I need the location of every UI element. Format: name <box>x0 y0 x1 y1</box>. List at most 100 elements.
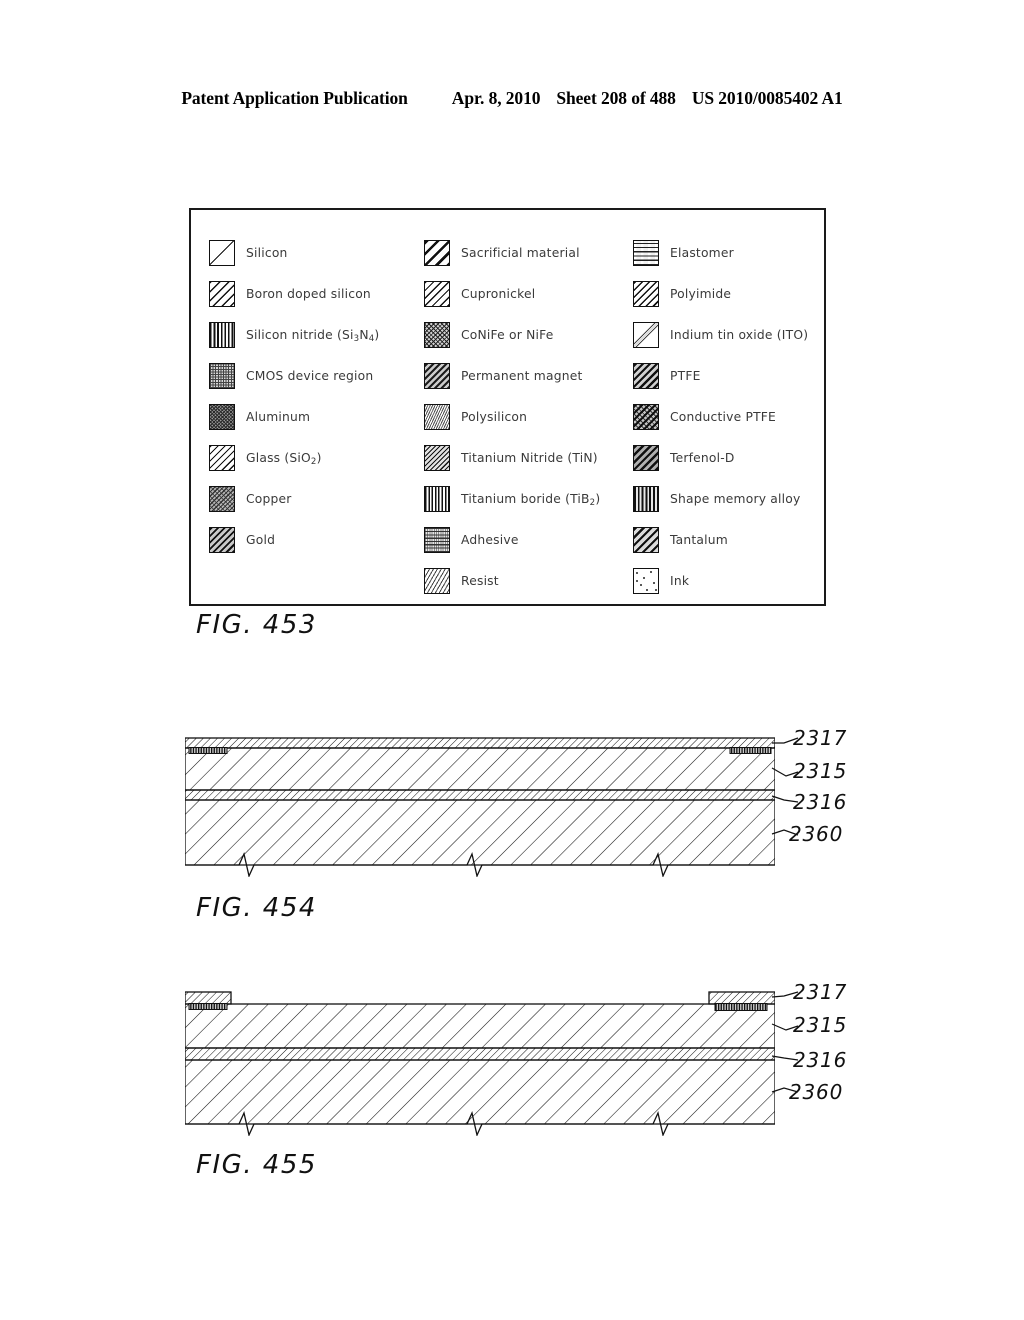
patent-page: Patent Application Publication Apr. 8, 2… <box>0 0 1024 1320</box>
legend-item: Boron doped silicon <box>209 273 441 314</box>
legend-item: Cupronickel <box>424 273 636 314</box>
legend-swatch-ink-icon <box>633 567 659 594</box>
header-title: Patent Application Publication <box>181 88 408 108</box>
legend-column-2: Sacrificial material Cupronickel CoNiFe or… <box>424 232 636 601</box>
legend-item-label: Boron doped silicon <box>246 286 371 301</box>
legend-item-label: Permanent magnet <box>461 368 583 383</box>
legend-item-label: Adhesive <box>461 532 519 547</box>
legend-swatch-nitride-icon <box>209 321 235 348</box>
legend-item: Permanent magnet <box>424 355 636 396</box>
legend-swatch-tin-icon <box>424 444 450 471</box>
reference-label-2317-fig454: 2317 <box>793 726 848 750</box>
figure-caption-455: FIG. 455 <box>196 1150 317 1180</box>
legend-item: Polysilicon <box>424 396 636 437</box>
reference-label-2317-fig455: 2317 <box>793 980 848 1004</box>
legend-item-label: Titanium boride (TiB2) <box>461 491 601 508</box>
legend-swatch-cupronickel-icon <box>424 280 450 307</box>
legend-swatch-gold-icon <box>209 526 235 553</box>
legend-item-label: Silicon nitride (Si3N4) <box>246 327 380 344</box>
legend-item-label: CMOS device region <box>246 368 374 383</box>
legend-swatch-boron-icon <box>209 280 235 307</box>
legend-item-label: Aluminum <box>246 409 311 424</box>
legend-item: Elastomer <box>633 232 829 273</box>
legend-item-label: Polysilicon <box>461 409 528 424</box>
legend-item-label: PTFE <box>670 368 701 383</box>
reference-label-2360-fig454: 2360 <box>789 822 844 846</box>
legend-swatch-polysilicon-icon <box>424 403 450 430</box>
legend-item-label: Copper <box>246 491 292 506</box>
legend-box: Silicon Boron doped silicon Silicon nitrid… <box>189 208 826 606</box>
legend-item: Resist <box>424 560 636 601</box>
legend-item: Shape memory alloy <box>633 478 829 519</box>
legend-item: Glass (SiO2) <box>209 437 441 478</box>
figure-caption-454: FIG. 454 <box>196 893 317 923</box>
legend-item-label: Sacrificial material <box>461 245 580 260</box>
legend-swatch-aluminum-icon <box>209 403 235 430</box>
page-header: Patent Application Publication Apr. 8, 2… <box>0 88 1024 109</box>
legend-item: PTFE <box>633 355 829 396</box>
legend-item: Adhesive <box>424 519 636 560</box>
legend-swatch-silicon-icon <box>209 239 235 266</box>
reference-label-2316-fig455: 2316 <box>793 1048 848 1072</box>
legend-item-label: Glass (SiO2) <box>246 450 322 467</box>
legend-swatch-terfenol-icon <box>633 444 659 471</box>
legend-item: Silicon <box>209 232 441 273</box>
legend-item: CMOS device region <box>209 355 441 396</box>
legend-swatch-ito-icon <box>633 321 659 348</box>
legend-swatch-copper-icon <box>209 485 235 512</box>
legend-item: Copper <box>209 478 441 519</box>
legend-swatch-conife-icon <box>424 321 450 348</box>
legend-item: Ink <box>633 560 829 601</box>
figure-caption-453: FIG. 453 <box>196 610 317 640</box>
legend-item-label: Gold <box>246 532 276 547</box>
legend-swatch-polyimide-icon <box>633 280 659 307</box>
legend-item-label: Ink <box>670 573 690 588</box>
figure-454-drawing <box>185 735 775 877</box>
legend-item-label: Indium tin oxide (ITO) <box>670 327 809 342</box>
legend-swatch-resist-icon <box>424 567 450 594</box>
legend-item-label: Resist <box>461 573 499 588</box>
legend-item-label: Silicon <box>246 245 288 260</box>
header-sheet: Sheet 208 of 488 <box>556 88 676 108</box>
legend-item: Titanium boride (TiB2) <box>424 478 636 519</box>
legend-item: Titanium Nitride (TiN) <box>424 437 636 478</box>
legend-item: Polyimide <box>633 273 829 314</box>
legend-item-label: Polyimide <box>670 286 732 301</box>
reference-label-2360-fig455: 2360 <box>789 1080 844 1104</box>
legend-swatch-tantalum-icon <box>633 526 659 553</box>
legend-swatch-elastomer-icon <box>633 239 659 266</box>
legend-item-label: Terfenol-D <box>670 450 735 465</box>
header-publication: US 2010/0085402 A1 <box>691 88 843 108</box>
legend-swatch-tib2-icon <box>424 485 450 512</box>
legend-swatch-sma-icon <box>633 485 659 512</box>
legend-item: Tantalum <box>633 519 829 560</box>
legend-swatch-sacrificial-icon <box>424 239 450 266</box>
legend-item: Conductive PTFE <box>633 396 829 437</box>
reference-label-2315-fig455: 2315 <box>793 1013 848 1037</box>
reference-label-2315-fig454: 2315 <box>793 759 848 783</box>
legend-item: CoNiFe or NiFe <box>424 314 636 355</box>
legend-item: Terfenol-D <box>633 437 829 478</box>
legend-item-label: Conductive PTFE <box>670 409 777 424</box>
legend-item: Silicon nitride (Si3N4) <box>209 314 441 355</box>
legend-swatch-magnet-icon <box>424 362 450 389</box>
legend-swatch-adhesive-icon <box>424 526 450 553</box>
legend-item: Indium tin oxide (ITO) <box>633 314 829 355</box>
legend-swatch-cmos-icon <box>209 362 235 389</box>
reference-label-2316-fig454: 2316 <box>793 790 848 814</box>
legend-item: Gold <box>209 519 441 560</box>
legend-column-3: Elastomer Polyimide Indium tin oxide (ITO)… <box>633 232 829 601</box>
legend-item-label: Cupronickel <box>461 286 536 301</box>
legend-swatch-ptfe-icon <box>633 362 659 389</box>
legend-item-label: Elastomer <box>670 245 734 260</box>
legend-item-label: Tantalum <box>670 532 728 547</box>
legend-item: Aluminum <box>209 396 441 437</box>
legend-item-label: Titanium Nitride (TiN) <box>461 450 598 465</box>
header-date: Apr. 8, 2010 <box>451 88 541 108</box>
legend-item: Sacrificial material <box>424 232 636 273</box>
figure-455-drawing <box>185 988 775 1136</box>
legend-item-label: Shape memory alloy <box>670 491 801 506</box>
legend-swatch-cptfe-icon <box>633 403 659 430</box>
legend-item-label: CoNiFe or NiFe <box>461 327 554 342</box>
legend-column-1: Silicon Boron doped silicon Silicon nitrid… <box>209 232 441 560</box>
